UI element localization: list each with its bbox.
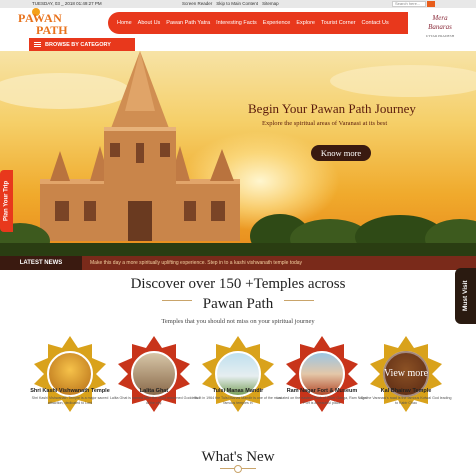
nav-experience[interactable]: Experience	[260, 20, 294, 26]
temple-desc: On the Varanasi's road is the famous Kot…	[360, 396, 452, 405]
hero-banner: Begin Your Pawan Path Journey Explore th…	[0, 51, 476, 256]
nav-tourist-corner[interactable]: Tourist Corner	[318, 20, 359, 26]
top-utility-bar: TUESDAY, 03 _ 2018 01:49:27 PM Screen Re…	[0, 0, 476, 8]
temple-desc: Built in 1964 the Tulsi Manas Mandir is …	[194, 396, 282, 405]
utility-links: Screen Reader Skip to Main Content Sitem…	[182, 1, 279, 6]
whats-new-title: What's New	[201, 449, 275, 465]
nav-interesting-facts[interactable]: Interesting Facts	[213, 20, 260, 26]
brand-small: UTTAR PRADESH	[425, 34, 455, 38]
discover-title: Discover over 150 +Temples across	[130, 276, 346, 292]
brand-script: Mera Banaras	[428, 14, 452, 31]
main-nav: Home About Us Pawan Path Yatra Interesti…	[108, 12, 408, 34]
mera-banaras-logo[interactable]: Mera Banaras UTTAR PRADESH	[420, 14, 460, 38]
date-time: TUESDAY, 03 _ 2018 01:49:27 PM	[32, 1, 102, 6]
temple-illustration	[0, 51, 476, 256]
discover-subtitle: Temples that you should not miss on your…	[161, 318, 315, 325]
temple-desc: Located on the eastern bank of River Gan…	[276, 396, 368, 405]
site-header: PAWAN PATH Home About Us Pawan Path Yatr…	[0, 8, 476, 38]
ornament-dot-icon	[234, 465, 242, 473]
skip-to-content-link[interactable]: Skip to Main Content	[216, 1, 258, 6]
latest-news-bar: LATEST NEWS Make this day a more spiritu…	[0, 256, 476, 270]
temple-desc: Lalita Ghat is named after the most reno…	[109, 396, 199, 405]
nav-pawan-path-yatra[interactable]: Pawan Path Yatra	[163, 20, 213, 26]
logo-text-path[interactable]: PATH	[36, 23, 68, 38]
know-more-button[interactable]: Know more	[311, 145, 371, 161]
nav-about-us[interactable]: About Us	[135, 20, 164, 26]
hamburger-icon	[34, 42, 41, 47]
latest-news-ticker[interactable]: Make this day a more spiritually uplifti…	[82, 260, 302, 266]
search-button[interactable]	[427, 1, 435, 7]
temple-name[interactable]: Kal Bhairav Temple	[356, 388, 456, 394]
browse-label: BROWSE BY CATEGORY	[45, 41, 111, 48]
sitemap-link[interactable]: Sitemap	[262, 1, 279, 6]
nav-explore[interactable]: Explore	[293, 20, 318, 26]
screen-reader-link[interactable]: Screen Reader	[182, 1, 212, 6]
nav-home[interactable]: Home	[114, 20, 135, 26]
search-input[interactable]: Search here...	[392, 1, 426, 7]
temple-desc: Shri Kashi Vishwanath Temple is a major …	[31, 396, 109, 405]
hero-title: Begin Your Pawan Path Journey	[248, 101, 416, 116]
nav-contact-us[interactable]: Contact Us	[359, 20, 392, 26]
hero-subtitle: Explore the spiritual areas of Varanasi …	[262, 120, 388, 127]
browse-by-category-button[interactable]: BROWSE BY CATEGORY	[29, 38, 135, 51]
latest-news-label: LATEST NEWS	[0, 256, 82, 270]
plan-your-trip-tab[interactable]: Plan Your Trip	[0, 170, 13, 232]
discover-title-pawan-path: Pawan Path	[202, 296, 274, 312]
